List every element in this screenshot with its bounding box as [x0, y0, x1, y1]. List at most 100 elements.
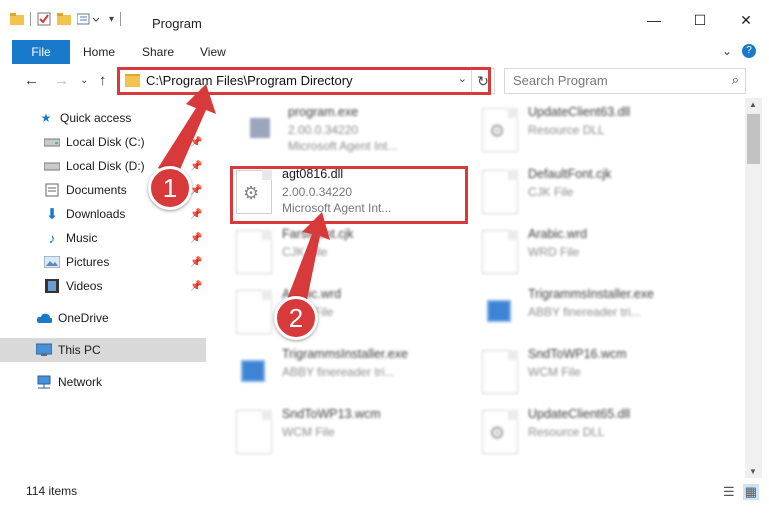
blank-file-icon: [482, 230, 518, 274]
sidebar-item-label: Documents: [66, 183, 127, 197]
window-controls: — ☐ ✕: [631, 0, 769, 40]
sidebar-item-label: This PC: [58, 343, 101, 357]
file-item[interactable]: Arabic.wrd WRD File: [236, 286, 476, 342]
file-list: program.exe 2.00.0.34220 Microsoft Agent…: [208, 98, 745, 478]
pictures-icon: [44, 255, 60, 269]
address-highlight-box: [117, 67, 491, 95]
expand-ribbon-icon[interactable]: ⌄: [722, 44, 732, 58]
tab-file[interactable]: File: [12, 40, 70, 64]
ribbon-tabs: File Home Share View ⌄ ?: [0, 40, 769, 64]
blank-file-icon: [236, 410, 272, 454]
sidebar-item-label: Videos: [66, 279, 103, 293]
dll-file-icon: ⚙: [482, 410, 518, 454]
sidebar-item-label: Local Disk (C:): [66, 135, 145, 149]
file-item[interactable]: program.exe 2.00.0.34220 Microsoft Agent…: [242, 104, 482, 160]
close-button[interactable]: ✕: [723, 0, 769, 40]
pin-icon[interactable]: 📌: [190, 161, 202, 172]
pin-icon[interactable]: 📌: [190, 137, 202, 148]
file-detail: Microsoft Agent Int...: [288, 139, 398, 153]
sidebar-item-videos[interactable]: Videos 📌: [44, 274, 206, 298]
file-item[interactable]: TrigrammsInstaller.exe ABBY finereader t…: [482, 286, 722, 342]
large-icons-view-icon[interactable]: ▦: [742, 484, 759, 500]
vertical-scrollbar[interactable]: ▲ ▼: [745, 98, 762, 478]
file-item[interactable]: ⚙ UpdateClient63.dll Resource DLL: [482, 104, 722, 160]
pin-icon[interactable]: 📌: [190, 209, 202, 220]
callout-step-1: 1: [148, 166, 192, 210]
download-icon: ⬇: [45, 206, 59, 223]
sidebar-item-onedrive[interactable]: OneDrive: [36, 306, 109, 330]
file-item[interactable]: DefaultFont.cjk CJK File: [482, 166, 722, 222]
search-input[interactable]: Search Program: [513, 73, 608, 88]
details-view-icon[interactable]: ☰: [723, 484, 735, 500]
sidebar-item-network[interactable]: Network: [36, 370, 102, 394]
pin-icon[interactable]: 📌: [190, 257, 202, 268]
customize-toolbar-icon[interactable]: [77, 13, 103, 25]
callout-step-2: 2: [274, 296, 318, 340]
file-item[interactable]: SndToWP13.wcm WCM File: [236, 406, 476, 462]
sidebar-item-local-disk-c[interactable]: Local Disk (C:) 📌: [44, 130, 206, 154]
minimize-button[interactable]: —: [631, 0, 677, 40]
up-button[interactable]: ↑: [99, 72, 107, 89]
toolbar-divider: [30, 12, 31, 26]
folder-icon[interactable]: [10, 13, 24, 25]
properties-icon[interactable]: [37, 12, 51, 26]
network-icon: [36, 375, 52, 389]
status-bar: 114 items ☰ ▦: [0, 480, 769, 517]
file-name: FarsiFont.cjk: [282, 227, 354, 241]
sidebar-item-pictures[interactable]: Pictures 📌: [44, 250, 206, 274]
blank-file-icon: [482, 350, 518, 394]
file-name: UpdateClient63.dll: [528, 105, 631, 119]
forward-button[interactable]: →: [54, 72, 69, 89]
sidebar-item-label: Network: [58, 375, 103, 389]
file-detail: ABBY finereader tri...: [282, 365, 395, 379]
tab-home[interactable]: Home: [83, 45, 115, 59]
blank-file-icon: [236, 230, 272, 274]
back-button[interactable]: ←: [24, 72, 39, 89]
tab-share[interactable]: Share: [142, 45, 174, 59]
file-highlight-box: [230, 166, 468, 224]
sidebar-item-label: Quick access: [60, 111, 132, 125]
sidebar-item-label: Pictures: [66, 255, 110, 269]
sidebar-item-this-pc[interactable]: This PC: [0, 338, 206, 362]
tab-view[interactable]: View: [200, 45, 226, 59]
file-detail: CJK File: [282, 245, 328, 259]
file-item[interactable]: TrigrammsInstaller.exe ABBY finereader t…: [236, 346, 476, 402]
sidebar-item-label: OneDrive: [58, 311, 109, 325]
file-detail: WCM File: [282, 425, 335, 439]
sidebar-item-music[interactable]: ♪ Music 📌: [44, 226, 206, 250]
dll-file-icon: ⚙: [482, 108, 518, 152]
file-detail: WRD File: [528, 245, 580, 259]
file-item[interactable]: Arabic.wrd WRD File: [482, 226, 722, 282]
search-box[interactable]: Search Program ⌕: [504, 68, 746, 94]
file-item[interactable]: FarsiFont.cjk CJK File: [236, 226, 476, 282]
scroll-up-icon[interactable]: ▲: [749, 100, 757, 109]
scrollbar-thumb[interactable]: [747, 114, 760, 164]
music-icon: ♪: [48, 230, 56, 246]
file-detail: WCM File: [528, 365, 581, 379]
maximize-button[interactable]: ☐: [677, 0, 723, 40]
new-folder-icon[interactable]: [57, 13, 71, 25]
item-count: 114 items: [26, 484, 78, 498]
help-icon[interactable]: ?: [742, 44, 756, 58]
exe-file-icon: [242, 108, 278, 152]
star-icon: ★: [40, 111, 52, 125]
file-item[interactable]: ⚙ UpdateClient65.dll Resource DLL: [482, 406, 722, 462]
file-name: SndToWP13.wcm: [282, 407, 381, 421]
pin-icon[interactable]: 📌: [190, 281, 202, 292]
recent-locations-icon[interactable]: ⌄: [80, 75, 88, 86]
sidebar-item-quick-access[interactable]: ★ Quick access: [38, 106, 132, 130]
videos-icon: [44, 279, 60, 293]
file-item[interactable]: SndToWP16.wcm WCM File: [482, 346, 722, 402]
file-name: TrigrammsInstaller.exe: [282, 347, 408, 361]
cloud-icon: [36, 311, 52, 325]
drive-icon: [44, 135, 60, 149]
file-name: SndToWP16.wcm: [528, 347, 627, 361]
drive-icon: [44, 159, 60, 173]
scroll-down-icon[interactable]: ▼: [749, 467, 757, 476]
blank-file-icon: [236, 290, 272, 334]
file-name: UpdateClient65.dll: [528, 407, 631, 421]
window-title: Program: [152, 16, 202, 31]
qat-dropdown-icon[interactable]: ▾: [109, 14, 114, 25]
pin-icon[interactable]: 📌: [190, 233, 202, 244]
search-icon[interactable]: ⌕: [732, 72, 739, 88]
